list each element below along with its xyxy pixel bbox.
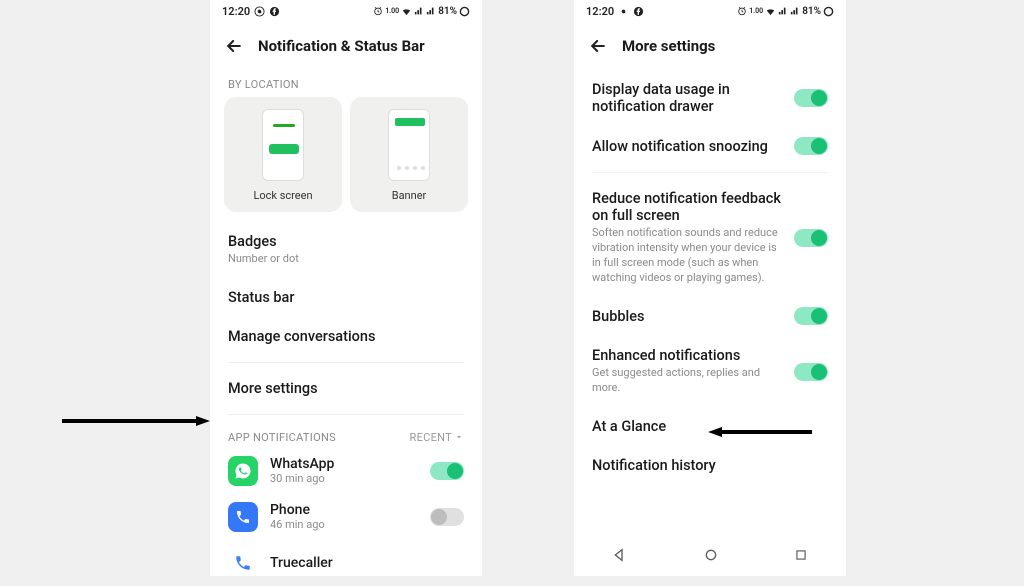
badges-sub: Number or dot (228, 252, 464, 267)
snoozing-row[interactable]: Allow notification snoozing (574, 126, 846, 166)
whatsapp-icon (228, 456, 258, 486)
battery-percent: 81% (802, 6, 821, 17)
divider (592, 172, 828, 173)
alarm-icon (737, 6, 747, 16)
truecaller-icon (228, 548, 258, 578)
facebook-status-icon (633, 6, 644, 17)
status-time: 12:20 (222, 5, 250, 18)
app-name: Truecaller (270, 555, 464, 571)
banner-card[interactable]: Banner (350, 97, 468, 212)
nav-back-icon[interactable] (612, 547, 628, 563)
alarm-time: 1.00 (385, 8, 399, 15)
status-bar: 12:20 1.00 81% (574, 0, 846, 22)
lock-screen-label: Lock screen (253, 189, 312, 202)
whatsapp-status-icon (618, 6, 629, 17)
notification-history-row[interactable]: Notification history (574, 446, 846, 485)
bubbles-row[interactable]: Bubbles (574, 296, 846, 336)
page-header: More settings (574, 22, 846, 70)
app-time: 46 min ago (270, 518, 418, 531)
divider (228, 362, 464, 363)
app-row-phone[interactable]: Phone 46 min ago (210, 494, 482, 540)
facebook-status-icon (269, 6, 280, 17)
signal-icon-1 (778, 6, 788, 16)
badges-row[interactable]: Badges Number or dot (210, 222, 482, 278)
phone-right: 12:20 1.00 81% More settings Display dat… (574, 0, 846, 576)
by-location-label: BY LOCATION (210, 70, 482, 97)
back-icon[interactable] (588, 36, 608, 56)
app-name: Phone (270, 502, 418, 518)
wifi-icon (765, 6, 776, 17)
location-cards: Lock screen Banner (210, 97, 482, 212)
status-time: 12:20 (586, 5, 614, 18)
app-notifications-label: APP NOTIFICATIONS (228, 431, 336, 444)
page-header: Notification & Status Bar (210, 22, 482, 70)
banner-preview (388, 109, 430, 181)
reduce-feedback-row[interactable]: Reduce notification feedback on full scr… (574, 179, 846, 296)
signal-icon-1 (414, 6, 424, 16)
nav-recents-icon[interactable] (794, 548, 808, 562)
status-bar: 12:20 1.00 81% (210, 0, 482, 22)
page-title: Notification & Status Bar (258, 37, 425, 55)
enhanced-toggle[interactable] (794, 363, 828, 381)
chevron-down-icon (454, 432, 464, 442)
annotation-arrow-left (62, 416, 210, 426)
recent-filter[interactable]: RECENT (410, 431, 465, 444)
app-name: WhatsApp (270, 456, 418, 472)
more-settings-row[interactable]: More settings (210, 369, 482, 408)
signal-icon-2 (790, 6, 800, 16)
app-row-whatsapp[interactable]: WhatsApp 30 min ago (210, 448, 482, 494)
banner-label: Banner (392, 189, 427, 202)
phone-toggle[interactable] (430, 508, 464, 526)
badges-title: Badges (228, 233, 464, 250)
battery-ring-icon (823, 6, 834, 17)
lock-screen-card[interactable]: Lock screen (224, 97, 342, 212)
alarm-icon (373, 6, 383, 16)
data-usage-toggle[interactable] (794, 89, 828, 107)
whatsapp-toggle[interactable] (430, 462, 464, 480)
alarm-time: 1.00 (749, 8, 763, 15)
signal-icon-2 (426, 6, 436, 16)
back-icon[interactable] (224, 36, 244, 56)
app-time: 30 min ago (270, 472, 418, 485)
phone-left: 12:20 1.00 81% Notification & Status Bar… (210, 0, 482, 576)
app-notifications-header: APP NOTIFICATIONS RECENT (210, 421, 482, 448)
phone-icon (228, 502, 258, 532)
snoozing-toggle[interactable] (794, 137, 828, 155)
bubbles-toggle[interactable] (794, 307, 828, 325)
reduce-feedback-toggle[interactable] (794, 229, 828, 247)
nav-home-icon[interactable] (703, 547, 719, 563)
data-usage-row[interactable]: Display data usage in notification drawe… (574, 70, 846, 126)
lock-screen-preview (262, 109, 304, 181)
battery-ring-icon (459, 6, 470, 17)
status-bar-row[interactable]: Status bar (210, 278, 482, 317)
whatsapp-status-icon (254, 6, 265, 17)
page-title: More settings (622, 37, 715, 55)
wifi-icon (401, 6, 412, 17)
manage-conversations-row[interactable]: Manage conversations (210, 317, 482, 356)
app-row-truecaller[interactable]: Truecaller (210, 540, 482, 586)
enhanced-row[interactable]: Enhanced notifications Get suggested act… (574, 336, 846, 407)
at-a-glance-row[interactable]: At a Glance (574, 407, 846, 446)
divider (228, 414, 464, 415)
android-nav-bar (574, 540, 846, 570)
battery-percent: 81% (438, 6, 457, 17)
